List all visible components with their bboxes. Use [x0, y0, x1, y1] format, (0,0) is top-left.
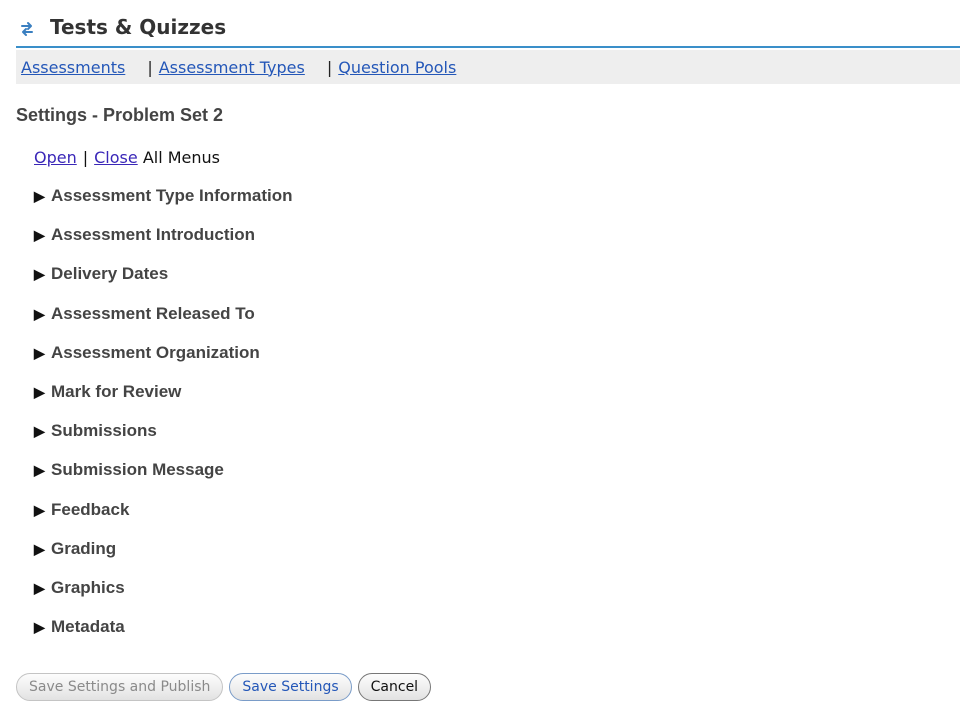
section-delivery-dates[interactable]: ▶ Delivery Dates — [34, 264, 293, 303]
section-grading[interactable]: ▶ Grading — [34, 539, 293, 578]
expand-arrow-icon: ▶ — [34, 305, 45, 322]
section-label: Feedback — [51, 499, 130, 519]
section-label: Delivery Dates — [51, 264, 169, 284]
section-label: Graphics — [51, 577, 125, 597]
menu-controls: Open | Close All Menus — [34, 148, 220, 167]
expand-arrow-icon: ▶ — [34, 344, 45, 361]
expand-arrow-icon: ▶ — [34, 266, 45, 283]
expand-arrow-icon: ▶ — [34, 501, 45, 518]
section-submissions[interactable]: ▶ Submissions — [34, 421, 293, 460]
save-settings-and-publish-button[interactable]: Save Settings and Publish — [16, 673, 224, 701]
section-submission-message[interactable]: ▶ Submission Message — [34, 460, 293, 499]
section-label: Assessment Type Information — [51, 186, 293, 205]
section-label: Submission Message — [51, 460, 224, 480]
section-feedback[interactable]: ▶ Feedback — [34, 500, 293, 539]
nav-link-assessment-types[interactable]: Assessment Types — [159, 58, 305, 77]
section-label: Assessment Released To — [51, 303, 255, 323]
menu-controls-separator: | — [82, 148, 89, 167]
nav-separator: | — [147, 57, 153, 77]
menu-controls-suffix: All Menus — [142, 148, 220, 167]
nav-separator: | — [326, 57, 333, 77]
expand-arrow-icon: ▶ — [34, 188, 45, 204]
reload-arrows-icon — [18, 20, 36, 38]
settings-sections: ▶ Assessment Type Information ▶ Assessment… — [34, 186, 293, 656]
section-assessment-organization[interactable]: ▶ Assessment Organization — [34, 343, 293, 382]
form-buttons: Save Settings and Publish Save Settings … — [16, 673, 432, 701]
expand-arrow-icon: ▶ — [34, 462, 45, 479]
expand-arrow-icon: ▶ — [34, 227, 45, 244]
open-all-link[interactable]: Open — [34, 148, 77, 167]
section-assessment-released-to[interactable]: ▶ Assessment Released To — [34, 304, 293, 343]
section-label: Assessment Organization — [51, 342, 260, 362]
save-settings-button[interactable]: Save Settings — [229, 673, 352, 701]
section-graphics[interactable]: ▶ Graphics — [34, 578, 293, 617]
expand-arrow-icon: ▶ — [34, 383, 45, 400]
section-assessment-type-information[interactable]: ▶ Assessment Type Information — [34, 186, 293, 225]
expand-arrow-icon: ▶ — [34, 619, 45, 636]
tool-header: Tests & Quizzes — [16, 12, 960, 48]
section-mark-for-review[interactable]: ▶ Mark for Review — [34, 382, 293, 421]
nav-link-assessments[interactable]: Assessments — [21, 58, 125, 77]
section-assessment-introduction[interactable]: ▶ Assessment Introduction — [34, 225, 293, 264]
section-label: Mark for Review — [51, 381, 182, 401]
section-label: Grading — [51, 538, 117, 558]
close-all-link[interactable]: Close — [94, 148, 138, 167]
tool-title: Tests & Quizzes — [50, 15, 227, 39]
page-title: Settings - Problem Set 2 — [16, 105, 224, 125]
section-label: Submissions — [51, 421, 157, 441]
nav-link-question-pools[interactable]: Question Pools — [338, 58, 456, 77]
section-metadata[interactable]: ▶ Metadata — [34, 617, 293, 656]
section-label: Assessment Introduction — [51, 225, 256, 245]
cancel-button[interactable]: Cancel — [357, 673, 432, 701]
expand-arrow-icon: ▶ — [34, 423, 45, 440]
section-label: Metadata — [51, 617, 125, 637]
expand-arrow-icon: ▶ — [34, 540, 45, 557]
expand-arrow-icon: ▶ — [34, 579, 45, 596]
tool-navbar: Assessments | Assessment Types | Questio… — [16, 50, 960, 84]
